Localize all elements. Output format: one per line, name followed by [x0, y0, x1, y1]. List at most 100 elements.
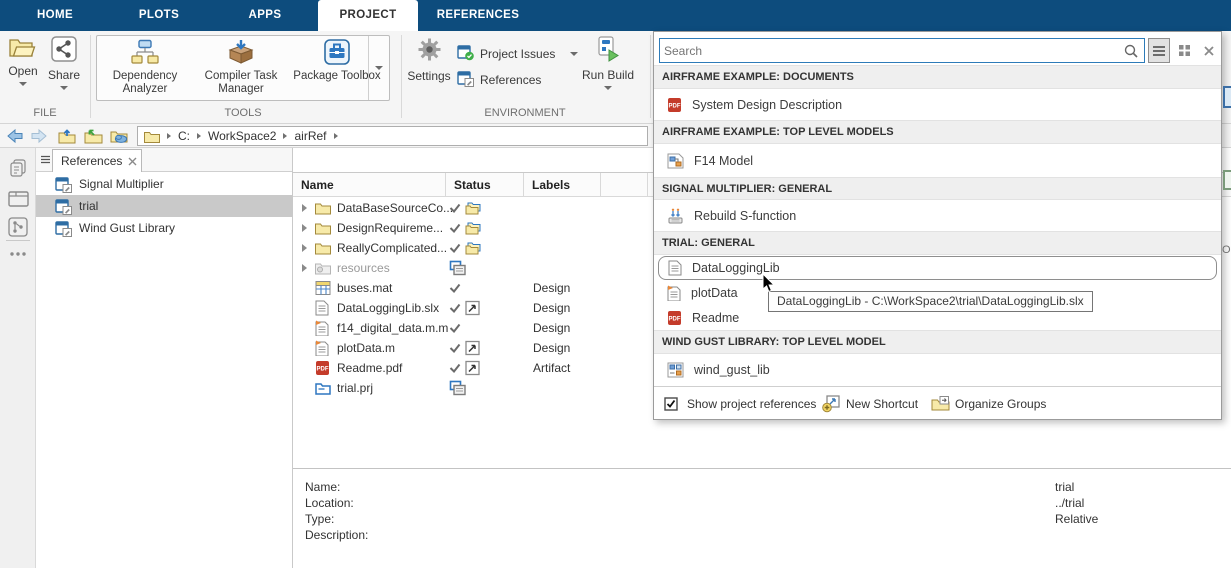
gear-icon — [416, 36, 443, 66]
open-button[interactable]: Open — [4, 36, 42, 86]
new-shortcut-icon[interactable] — [822, 395, 841, 413]
tree-item-wind-gust-library[interactable]: Wind Gust Library — [36, 217, 292, 239]
column-header-labels[interactable]: Labels — [524, 173, 601, 197]
detail-value-location: ../trial — [1055, 495, 1084, 511]
toolbox-view-button[interactable] — [7, 187, 29, 209]
settings-button[interactable]: Settings — [405, 36, 453, 83]
checkbox-checked-icon — [664, 397, 678, 411]
details-pane: Name: Location: Type: Description: trial… — [293, 468, 1231, 568]
project-issues-label: Project Issues — [480, 47, 555, 61]
mat-file-icon — [315, 281, 331, 296]
expand-icon[interactable] — [302, 264, 307, 272]
list-view-button[interactable] — [1148, 38, 1170, 63]
organize-groups-button[interactable]: Organize Groups — [955, 397, 1046, 411]
shared-folder-icon — [465, 201, 483, 215]
graph-icon — [8, 217, 28, 237]
references-label: References — [480, 73, 541, 87]
expand-icon[interactable] — [302, 244, 307, 252]
up-one-level-button[interactable] — [56, 127, 78, 145]
expand-icon[interactable] — [302, 224, 307, 232]
shortcut-item-rebuild-s-function[interactable]: Rebuild S-function — [654, 200, 1221, 231]
shortcut-item-label: plotData — [691, 286, 738, 300]
show-project-references-checkbox[interactable] — [664, 397, 678, 411]
expand-icon[interactable] — [302, 204, 307, 212]
run-build-button[interactable]: Run Build — [580, 36, 636, 90]
breadcrumb-item-drive[interactable]: C: — [178, 129, 190, 143]
column-header-status[interactable]: Status — [446, 173, 524, 197]
file-name: Readme.pdf — [337, 361, 402, 375]
tab-project[interactable]: PROJECT — [318, 0, 418, 31]
divider — [6, 240, 30, 241]
simulink-library-icon — [667, 362, 684, 378]
close-icon[interactable] — [128, 157, 137, 166]
forward-button[interactable] — [28, 127, 50, 145]
environment-group-label: ENVIRONMENT — [405, 105, 645, 121]
tab-references-panel[interactable]: References — [52, 149, 142, 172]
search-box[interactable] — [659, 38, 1145, 63]
mouse-cursor — [762, 273, 776, 297]
toolstrip-tab-bar: HOME PLOTS APPS PROJECT REFERENCES — [0, 0, 1231, 31]
cloud-folder-button[interactable] — [108, 127, 130, 145]
back-button[interactable] — [4, 127, 26, 145]
column-header-blank[interactable] — [601, 173, 648, 197]
gallery-expand-button[interactable] — [368, 36, 389, 100]
organize-groups-icon[interactable] — [931, 395, 950, 411]
column-header-name[interactable]: Name — [293, 173, 446, 197]
open-label: Open — [8, 64, 37, 78]
simulink-model-icon — [667, 153, 684, 169]
share-button[interactable]: Share — [44, 36, 84, 90]
close-popup-button[interactable] — [1200, 38, 1218, 63]
breadcrumb-separator-icon — [197, 133, 201, 139]
open-location-button[interactable] — [82, 127, 104, 145]
shortcut-item-system-design-description[interactable]: PDF System Design Description — [654, 89, 1221, 120]
tree-item-trial[interactable]: trial — [36, 195, 292, 217]
pdf-file-icon: PDF — [315, 360, 330, 376]
show-project-references-label[interactable]: Show project references — [687, 397, 816, 411]
group-divider — [90, 35, 91, 118]
section-header-trial-general: TRIAL: GENERAL — [654, 231, 1221, 255]
shortcut-item-wind-gust-lib[interactable]: wind_gust_lib — [654, 354, 1221, 386]
more-views-button[interactable] — [7, 243, 29, 265]
close-icon — [1203, 45, 1215, 57]
reference-icon — [55, 198, 73, 215]
compiler-task-manager-button[interactable]: Compiler Task Manager — [195, 39, 287, 97]
shortcut-item-f14-model[interactable]: F14 Model — [654, 144, 1221, 177]
grid-view-button[interactable] — [1173, 38, 1195, 63]
clipped-text-fragment: ON — [1222, 244, 1231, 258]
tree-item-signal-multiplier[interactable]: Signal Multiplier — [36, 173, 292, 195]
folder-icon — [144, 130, 160, 143]
breadcrumb-item-workspace2[interactable]: WorkSpace2 — [208, 129, 276, 143]
tab-home[interactable]: HOME — [16, 0, 94, 31]
check-icon — [449, 363, 461, 373]
tab-apps[interactable]: APPS — [220, 0, 310, 31]
shortcut-item-label: System Design Description — [692, 98, 842, 112]
shortcut-item-datalogginglib[interactable]: DataLoggingLib — [658, 256, 1217, 280]
tab-references[interactable]: REFERENCES — [424, 0, 532, 31]
file-name: DataLoggingLib.slx — [337, 301, 439, 315]
file-label: Design — [533, 281, 570, 295]
files-stack-icon — [8, 158, 28, 178]
matlab-project-window: HOME PLOTS APPS PROJECT REFERENCES Open … — [0, 0, 1231, 568]
search-input[interactable] — [664, 40, 1114, 61]
references-button[interactable]: References — [457, 70, 541, 90]
shortcut-item-label: wind_gust_lib — [694, 363, 770, 377]
dependency-analyzer-button[interactable]: Dependency Analyzer — [99, 39, 191, 97]
panel-menu-button[interactable] — [40, 155, 51, 164]
prj-file-icon — [315, 381, 331, 395]
breadcrumb[interactable]: C: WorkSpace2 airRef — [137, 126, 648, 146]
breadcrumb-item-airref[interactable]: airRef — [294, 129, 326, 143]
panel-tab-strip: References — [36, 148, 292, 172]
file-name: trial.prj — [337, 381, 373, 395]
section-header-signal-multiplier: SIGNAL MULTIPLIER: GENERAL — [654, 177, 1221, 200]
folder-open-icon — [84, 128, 103, 144]
shared-folder-icon — [465, 241, 483, 255]
project-files-view-button[interactable] — [7, 157, 29, 179]
file-name: f14_digital_data.m.m — [337, 321, 448, 335]
references-icon — [457, 70, 475, 90]
project-issues-button[interactable]: Project Issues — [457, 44, 578, 64]
tab-plots[interactable]: PLOTS — [114, 0, 204, 31]
dependency-graph-view-button[interactable] — [7, 216, 29, 238]
new-shortcut-button[interactable]: New Shortcut — [846, 397, 918, 411]
ellipsis-icon — [9, 251, 27, 257]
check-icon — [449, 303, 461, 313]
